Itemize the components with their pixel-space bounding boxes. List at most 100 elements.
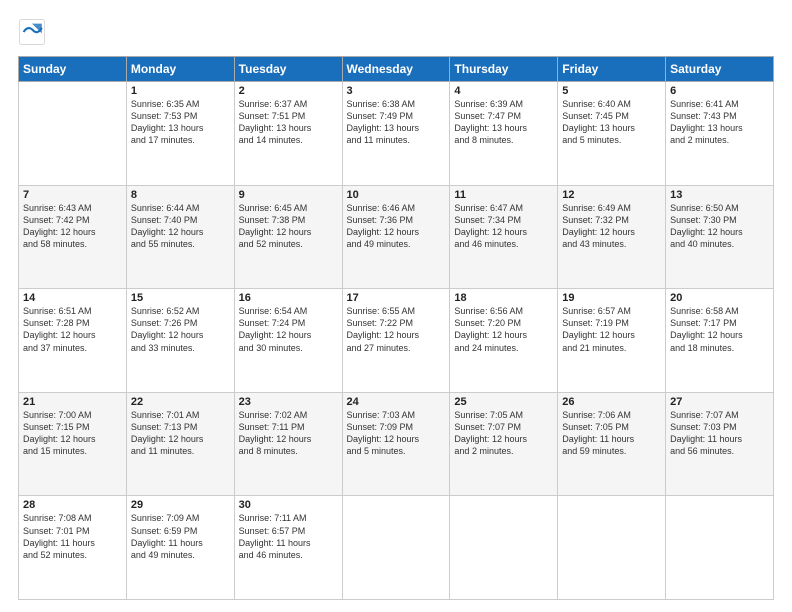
day-info: Sunrise: 6:44 AMSunset: 7:40 PMDaylight:… <box>131 202 230 251</box>
calendar-header-friday: Friday <box>558 57 666 82</box>
day-info: Sunrise: 6:54 AMSunset: 7:24 PMDaylight:… <box>239 305 338 354</box>
calendar-cell: 13Sunrise: 6:50 AMSunset: 7:30 PMDayligh… <box>666 185 774 289</box>
day-number: 30 <box>239 499 338 511</box>
calendar-cell <box>558 496 666 600</box>
day-info: Sunrise: 6:55 AMSunset: 7:22 PMDaylight:… <box>347 305 446 354</box>
calendar-cell: 14Sunrise: 6:51 AMSunset: 7:28 PMDayligh… <box>19 289 127 393</box>
calendar-cell: 12Sunrise: 6:49 AMSunset: 7:32 PMDayligh… <box>558 185 666 289</box>
calendar-cell: 19Sunrise: 6:57 AMSunset: 7:19 PMDayligh… <box>558 289 666 393</box>
day-number: 12 <box>562 189 661 201</box>
day-info: Sunrise: 7:08 AMSunset: 7:01 PMDaylight:… <box>23 512 122 561</box>
calendar-cell: 21Sunrise: 7:00 AMSunset: 7:15 PMDayligh… <box>19 392 127 496</box>
calendar-cell: 30Sunrise: 7:11 AMSunset: 6:57 PMDayligh… <box>234 496 342 600</box>
day-info: Sunrise: 6:45 AMSunset: 7:38 PMDaylight:… <box>239 202 338 251</box>
day-info: Sunrise: 7:09 AMSunset: 6:59 PMDaylight:… <box>131 512 230 561</box>
day-number: 16 <box>239 292 338 304</box>
day-number: 21 <box>23 396 122 408</box>
day-info: Sunrise: 7:07 AMSunset: 7:03 PMDaylight:… <box>670 409 769 458</box>
calendar-cell: 24Sunrise: 7:03 AMSunset: 7:09 PMDayligh… <box>342 392 450 496</box>
day-number: 28 <box>23 499 122 511</box>
calendar-cell <box>666 496 774 600</box>
day-number: 4 <box>454 85 553 97</box>
day-info: Sunrise: 7:06 AMSunset: 7:05 PMDaylight:… <box>562 409 661 458</box>
day-number: 20 <box>670 292 769 304</box>
day-number: 29 <box>131 499 230 511</box>
day-number: 26 <box>562 396 661 408</box>
calendar-table: SundayMondayTuesdayWednesdayThursdayFrid… <box>18 56 774 600</box>
calendar-cell <box>450 496 558 600</box>
header <box>18 18 774 46</box>
calendar-cell <box>342 496 450 600</box>
day-info: Sunrise: 6:37 AMSunset: 7:51 PMDaylight:… <box>239 98 338 147</box>
day-info: Sunrise: 7:01 AMSunset: 7:13 PMDaylight:… <box>131 409 230 458</box>
day-info: Sunrise: 6:39 AMSunset: 7:47 PMDaylight:… <box>454 98 553 147</box>
day-number: 23 <box>239 396 338 408</box>
day-info: Sunrise: 6:57 AMSunset: 7:19 PMDaylight:… <box>562 305 661 354</box>
day-info: Sunrise: 6:47 AMSunset: 7:34 PMDaylight:… <box>454 202 553 251</box>
day-info: Sunrise: 6:52 AMSunset: 7:26 PMDaylight:… <box>131 305 230 354</box>
day-number: 11 <box>454 189 553 201</box>
day-number: 5 <box>562 85 661 97</box>
calendar-cell: 7Sunrise: 6:43 AMSunset: 7:42 PMDaylight… <box>19 185 127 289</box>
calendar-cell: 9Sunrise: 6:45 AMSunset: 7:38 PMDaylight… <box>234 185 342 289</box>
calendar-cell: 28Sunrise: 7:08 AMSunset: 7:01 PMDayligh… <box>19 496 127 600</box>
day-number: 6 <box>670 85 769 97</box>
calendar-cell: 15Sunrise: 6:52 AMSunset: 7:26 PMDayligh… <box>126 289 234 393</box>
day-number: 15 <box>131 292 230 304</box>
calendar-cell: 16Sunrise: 6:54 AMSunset: 7:24 PMDayligh… <box>234 289 342 393</box>
calendar-header-sunday: Sunday <box>19 57 127 82</box>
calendar-cell: 2Sunrise: 6:37 AMSunset: 7:51 PMDaylight… <box>234 82 342 186</box>
calendar-header-wednesday: Wednesday <box>342 57 450 82</box>
calendar-cell: 17Sunrise: 6:55 AMSunset: 7:22 PMDayligh… <box>342 289 450 393</box>
day-number: 13 <box>670 189 769 201</box>
calendar-cell: 8Sunrise: 6:44 AMSunset: 7:40 PMDaylight… <box>126 185 234 289</box>
day-number: 1 <box>131 85 230 97</box>
day-info: Sunrise: 6:38 AMSunset: 7:49 PMDaylight:… <box>347 98 446 147</box>
day-number: 27 <box>670 396 769 408</box>
calendar-week-3: 14Sunrise: 6:51 AMSunset: 7:28 PMDayligh… <box>19 289 774 393</box>
calendar-week-4: 21Sunrise: 7:00 AMSunset: 7:15 PMDayligh… <box>19 392 774 496</box>
calendar-week-5: 28Sunrise: 7:08 AMSunset: 7:01 PMDayligh… <box>19 496 774 600</box>
day-number: 19 <box>562 292 661 304</box>
day-info: Sunrise: 7:05 AMSunset: 7:07 PMDaylight:… <box>454 409 553 458</box>
day-info: Sunrise: 6:35 AMSunset: 7:53 PMDaylight:… <box>131 98 230 147</box>
calendar-cell <box>19 82 127 186</box>
page: SundayMondayTuesdayWednesdayThursdayFrid… <box>0 0 792 612</box>
calendar-header-monday: Monday <box>126 57 234 82</box>
calendar-cell: 23Sunrise: 7:02 AMSunset: 7:11 PMDayligh… <box>234 392 342 496</box>
day-info: Sunrise: 6:51 AMSunset: 7:28 PMDaylight:… <box>23 305 122 354</box>
day-info: Sunrise: 6:56 AMSunset: 7:20 PMDaylight:… <box>454 305 553 354</box>
calendar-cell: 5Sunrise: 6:40 AMSunset: 7:45 PMDaylight… <box>558 82 666 186</box>
calendar-cell: 18Sunrise: 6:56 AMSunset: 7:20 PMDayligh… <box>450 289 558 393</box>
day-info: Sunrise: 6:41 AMSunset: 7:43 PMDaylight:… <box>670 98 769 147</box>
calendar-cell: 6Sunrise: 6:41 AMSunset: 7:43 PMDaylight… <box>666 82 774 186</box>
calendar-header-row: SundayMondayTuesdayWednesdayThursdayFrid… <box>19 57 774 82</box>
day-number: 18 <box>454 292 553 304</box>
calendar-cell: 3Sunrise: 6:38 AMSunset: 7:49 PMDaylight… <box>342 82 450 186</box>
calendar-cell: 27Sunrise: 7:07 AMSunset: 7:03 PMDayligh… <box>666 392 774 496</box>
calendar-header-thursday: Thursday <box>450 57 558 82</box>
calendar-cell: 4Sunrise: 6:39 AMSunset: 7:47 PMDaylight… <box>450 82 558 186</box>
calendar-cell: 29Sunrise: 7:09 AMSunset: 6:59 PMDayligh… <box>126 496 234 600</box>
day-info: Sunrise: 6:50 AMSunset: 7:30 PMDaylight:… <box>670 202 769 251</box>
calendar-header-tuesday: Tuesday <box>234 57 342 82</box>
calendar-cell: 10Sunrise: 6:46 AMSunset: 7:36 PMDayligh… <box>342 185 450 289</box>
calendar-cell: 25Sunrise: 7:05 AMSunset: 7:07 PMDayligh… <box>450 392 558 496</box>
calendar-cell: 26Sunrise: 7:06 AMSunset: 7:05 PMDayligh… <box>558 392 666 496</box>
day-info: Sunrise: 7:00 AMSunset: 7:15 PMDaylight:… <box>23 409 122 458</box>
day-info: Sunrise: 7:11 AMSunset: 6:57 PMDaylight:… <box>239 512 338 561</box>
calendar-cell: 1Sunrise: 6:35 AMSunset: 7:53 PMDaylight… <box>126 82 234 186</box>
logo <box>18 18 50 46</box>
day-number: 24 <box>347 396 446 408</box>
day-number: 8 <box>131 189 230 201</box>
calendar-header-saturday: Saturday <box>666 57 774 82</box>
day-number: 10 <box>347 189 446 201</box>
calendar-week-2: 7Sunrise: 6:43 AMSunset: 7:42 PMDaylight… <box>19 185 774 289</box>
day-info: Sunrise: 7:02 AMSunset: 7:11 PMDaylight:… <box>239 409 338 458</box>
day-number: 9 <box>239 189 338 201</box>
day-number: 2 <box>239 85 338 97</box>
day-info: Sunrise: 6:46 AMSunset: 7:36 PMDaylight:… <box>347 202 446 251</box>
calendar-cell: 11Sunrise: 6:47 AMSunset: 7:34 PMDayligh… <box>450 185 558 289</box>
calendar-cell: 22Sunrise: 7:01 AMSunset: 7:13 PMDayligh… <box>126 392 234 496</box>
day-number: 22 <box>131 396 230 408</box>
